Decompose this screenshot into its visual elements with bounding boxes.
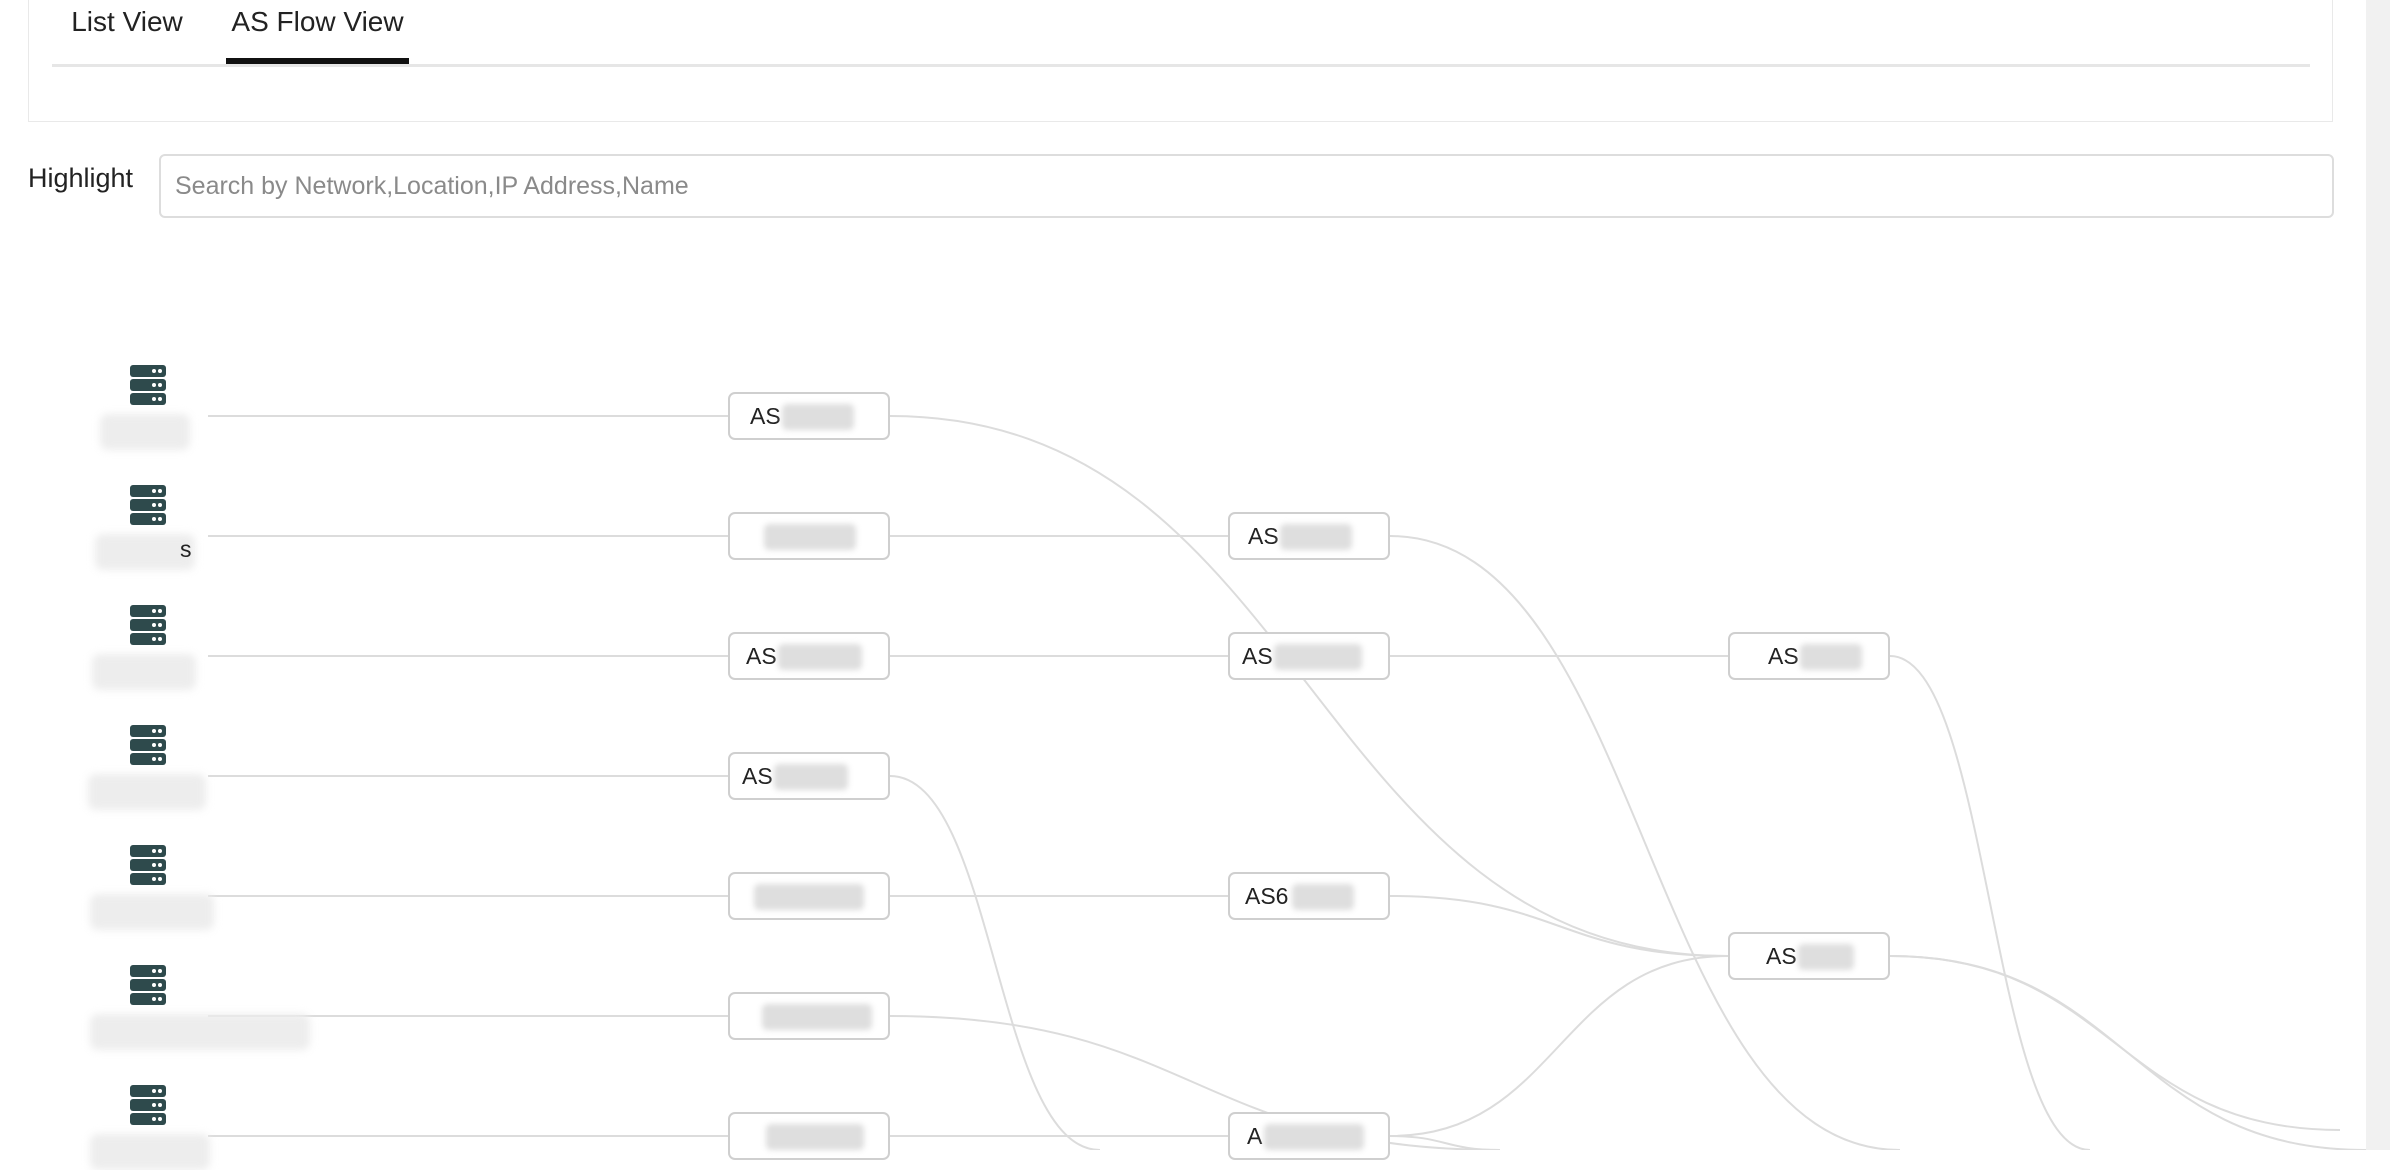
as-node[interactable] xyxy=(728,992,890,1040)
as-number-redacted xyxy=(1798,944,1854,970)
server-icon xyxy=(130,725,166,767)
as-node-label: AS xyxy=(742,763,773,789)
flow-link xyxy=(1389,535,1901,1150)
source-name-redacted xyxy=(100,414,190,450)
as-node[interactable]: AS xyxy=(728,752,890,800)
source-name-redacted xyxy=(90,1134,210,1170)
as-node[interactable]: AS xyxy=(1228,632,1390,680)
source-name-redacted xyxy=(88,774,206,810)
as-flow-links xyxy=(208,415,2366,1150)
source-name-redacted xyxy=(92,654,196,690)
flow-link xyxy=(1889,655,2091,1150)
as-node-label: AS xyxy=(746,643,777,669)
as-node[interactable] xyxy=(728,512,890,560)
server-icon xyxy=(130,605,166,647)
server-icon xyxy=(130,965,166,1007)
as-node-label: AS6 xyxy=(1245,883,1289,909)
server-icon xyxy=(130,365,166,407)
as-node-label: AS xyxy=(1242,643,1273,669)
flow-link xyxy=(889,1015,1501,1150)
flow-link xyxy=(889,775,1101,1150)
as-node-label: A xyxy=(1247,1123,1263,1149)
page-scrollbar[interactable] xyxy=(2366,0,2390,1150)
flow-link xyxy=(1389,895,1729,957)
as-node[interactable]: AS6 xyxy=(1228,872,1390,920)
source-name-redacted xyxy=(90,1014,310,1050)
as-number-redacted xyxy=(754,884,864,910)
server-icon xyxy=(130,485,166,527)
as-number-redacted xyxy=(774,764,848,790)
as-number-redacted xyxy=(762,1004,872,1030)
as-number-redacted xyxy=(782,404,854,430)
as-node[interactable] xyxy=(728,872,890,920)
as-number-redacted xyxy=(1274,644,1362,670)
as-node[interactable]: AS xyxy=(728,632,890,680)
server-icon xyxy=(130,1085,166,1127)
as-node[interactable]: AS xyxy=(1728,932,1890,980)
as-number-redacted xyxy=(1292,884,1354,910)
as-number-redacted xyxy=(764,524,856,550)
source-name-tail: s xyxy=(180,536,192,562)
as-number-redacted xyxy=(778,644,862,670)
as-node[interactable]: AS xyxy=(728,392,890,440)
as-node-label: AS xyxy=(1248,523,1279,549)
as-node[interactable]: AS xyxy=(1728,632,1890,680)
as-number-redacted xyxy=(766,1124,864,1150)
as-node[interactable] xyxy=(728,1112,890,1160)
as-number-redacted xyxy=(1800,644,1862,670)
as-node-label: AS xyxy=(750,403,781,429)
server-icon xyxy=(130,845,166,887)
as-node[interactable]: A xyxy=(1228,1112,1390,1160)
flow-link xyxy=(1889,955,2366,1150)
as-node-label: AS xyxy=(1766,943,1797,969)
as-number-redacted xyxy=(1280,524,1352,550)
flow-link xyxy=(1389,955,1729,1137)
as-node-label: AS xyxy=(1768,643,1799,669)
source-name-redacted xyxy=(90,894,214,930)
as-node[interactable]: AS xyxy=(1228,512,1390,560)
as-number-redacted xyxy=(1264,1124,1364,1150)
